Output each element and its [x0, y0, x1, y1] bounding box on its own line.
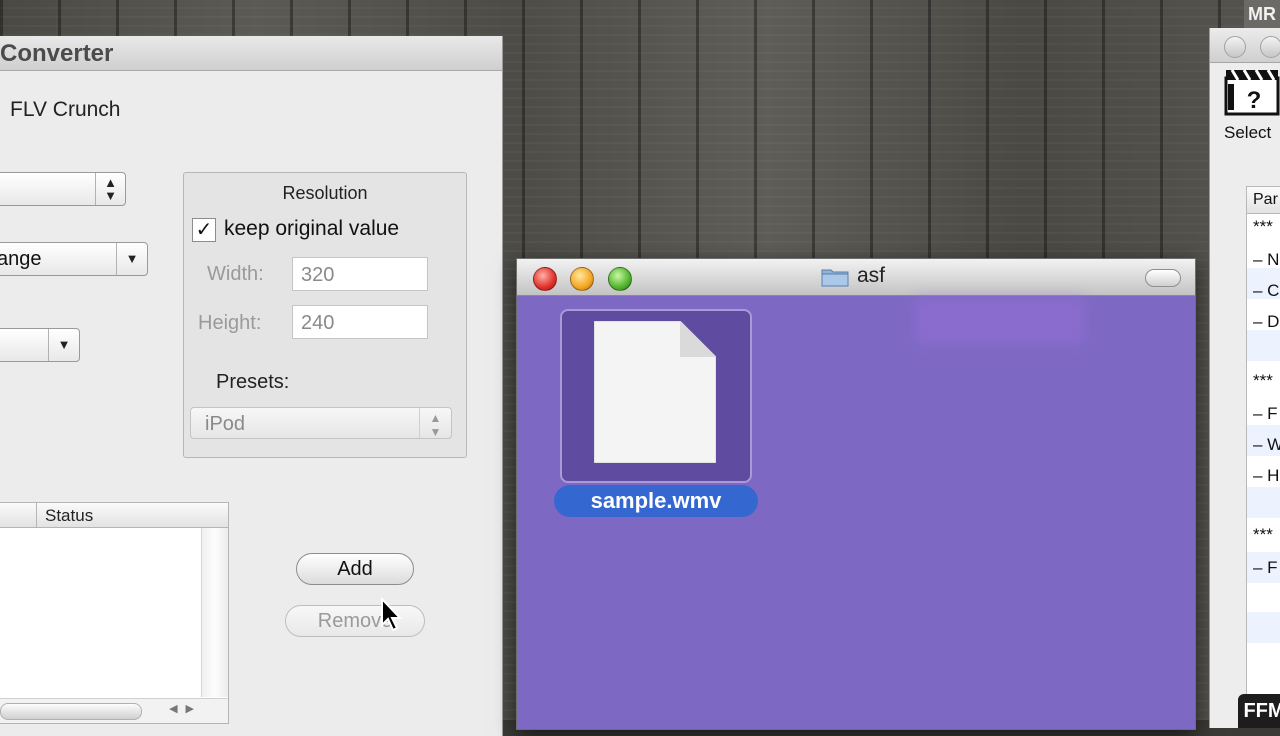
ffm-badge: FFM — [1238, 694, 1280, 728]
table-row[interactable]: – C — [1253, 281, 1279, 301]
height-label: Height: — [198, 312, 262, 334]
scroll-arrows-icon[interactable]: ◀▶ — [169, 702, 202, 715]
table-row[interactable]: *** — [1253, 217, 1273, 237]
resolution-title: Resolution — [282, 183, 368, 203]
table-stripe — [1247, 612, 1280, 643]
converter-window: Converter FLV Crunch ▲ ▼ ange ▼ ▼ Resolut… — [0, 36, 503, 736]
table-stripe — [1247, 487, 1280, 518]
table-header: Status — [0, 503, 228, 528]
vertical-scrollbar[interactable] — [201, 528, 228, 697]
status-column-header[interactable]: Status — [45, 506, 93, 526]
parameters-column-header[interactable]: Par — [1247, 187, 1280, 214]
table-row[interactable]: *** — [1253, 525, 1273, 545]
close-button[interactable] — [533, 267, 557, 291]
parameters-table[interactable]: Par *** – N – C – D *** – F – W – H *** … — [1246, 186, 1280, 708]
presets-value: iPod — [205, 413, 246, 435]
table-row[interactable]: – D — [1253, 312, 1279, 332]
keep-original-checkbox[interactable]: ✓ — [192, 218, 216, 242]
mr-badge: MR — [1244, 0, 1280, 28]
height-field[interactable]: 240 — [292, 305, 428, 339]
presets-popup[interactable]: iPod ▲ ▼ — [190, 407, 452, 439]
right-window-titlebar[interactable] — [1210, 28, 1280, 63]
minimize-button[interactable] — [570, 267, 594, 291]
secondary-popup[interactable]: ▼ — [0, 328, 80, 362]
option-popup-value: ange — [0, 248, 42, 270]
width-label: Width: — [207, 263, 264, 285]
horizontal-scrollbar[interactable]: ◀▶ — [0, 698, 228, 723]
svg-text:?: ? — [1247, 87, 1262, 114]
width-field[interactable]: 320 — [292, 257, 428, 291]
finder-titlebar[interactable]: asf — [517, 259, 1195, 296]
table-row[interactable]: *** — [1253, 371, 1273, 391]
keep-original-label: keep original value — [224, 217, 400, 240]
table-stripe — [1247, 330, 1280, 361]
stepper-icon: ▲ ▼ — [419, 408, 451, 439]
file-list-table[interactable]: Status ◀▶ — [0, 502, 229, 724]
stepper-icon: ▲ ▼ — [95, 173, 125, 205]
folder-icon — [821, 269, 849, 287]
converter-window-title: Converter — [0, 40, 114, 67]
converter-titlebar[interactable]: Converter — [0, 36, 502, 71]
resolution-group: Resolution ✓ keep original value Width: … — [183, 172, 467, 458]
document-icon[interactable] — [594, 321, 716, 463]
column-separator — [36, 503, 37, 527]
clapperboard-icon[interactable]: ? — [1224, 68, 1280, 116]
remove-button[interactable]: Remove — [285, 605, 425, 637]
finder-window: asf sample.wmv — [516, 258, 1196, 730]
table-row[interactable]: – N — [1253, 250, 1279, 270]
table-row[interactable]: – F — [1253, 404, 1278, 424]
table-row[interactable]: – H — [1253, 466, 1279, 486]
table-row[interactable]: – F — [1253, 558, 1278, 578]
add-button[interactable]: Add — [296, 553, 414, 585]
minimize-button[interactable] — [1260, 36, 1280, 58]
right-window: ? Select Par *** – N – C – D *** – F – W… — [1209, 28, 1280, 728]
file-name-label[interactable]: sample.wmv — [554, 485, 758, 517]
option-popup[interactable]: ange ▼ — [0, 242, 148, 276]
background-highlight — [915, 297, 1085, 345]
select-toolbar-label[interactable]: Select — [1224, 123, 1271, 143]
presets-label: Presets: — [216, 371, 290, 393]
chevron-down-icon: ▼ — [116, 243, 147, 275]
scroll-thumb[interactable] — [0, 703, 142, 720]
zoom-button[interactable] — [608, 267, 632, 291]
format-popup[interactable]: ▲ ▼ — [0, 172, 126, 206]
chevron-down-icon: ▼ — [48, 329, 79, 361]
finder-window-title: asf — [857, 264, 886, 287]
table-row[interactable]: – W — [1253, 435, 1280, 455]
close-button[interactable] — [1224, 36, 1246, 58]
converter-subtitle: FLV Crunch — [10, 98, 121, 121]
mouse-cursor-icon — [381, 597, 403, 632]
toolbar-toggle-button[interactable] — [1145, 269, 1181, 287]
